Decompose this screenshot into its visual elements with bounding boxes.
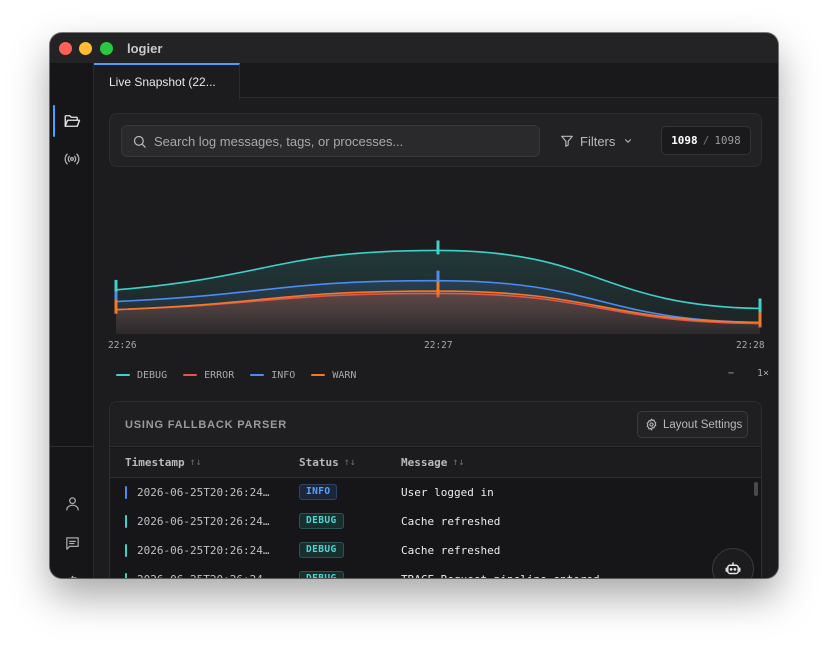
minimize-window-button[interactable] xyxy=(79,42,92,55)
filters-button[interactable]: Filters xyxy=(560,125,640,157)
legend-label: INFO xyxy=(271,369,296,381)
tab-bar: Live Snapshot (22... xyxy=(94,63,778,99)
filter-icon xyxy=(561,135,573,147)
legend-swatch xyxy=(250,374,265,376)
count-separator: / xyxy=(702,134,710,147)
parser-label: USING FALLBACK PARSER xyxy=(125,419,288,431)
sidebar-item-files[interactable] xyxy=(50,103,94,139)
app-title: logier xyxy=(127,41,163,56)
table-row[interactable]: 2026-06-25T20:26:24… DEBUG TRACE Request p… xyxy=(110,565,761,578)
message-cell: Cache refreshed xyxy=(401,515,501,528)
column-header-message[interactable]: Message ↑↓ xyxy=(401,456,464,469)
folder-open-icon xyxy=(64,115,81,127)
timestamp-cell: 2026-06-25T20:26:24… xyxy=(137,573,269,578)
count-shown: 1098 xyxy=(671,134,698,147)
timestamp-cell: 2026-06-25T20:26:24… xyxy=(137,544,270,557)
main-area: Live Snapshot (22... Filters 10 xyxy=(94,63,778,578)
legend-item[interactable]: ERROR xyxy=(183,370,234,381)
data-point-debug[interactable] xyxy=(436,240,440,255)
legend-label: ERROR xyxy=(204,369,235,381)
sidebar xyxy=(50,63,94,578)
x-tick-label: 22:27 xyxy=(424,340,453,351)
level-indicator xyxy=(125,544,127,557)
chart-svg xyxy=(114,240,762,334)
sidebar-item-live[interactable] xyxy=(50,141,94,177)
gear-icon xyxy=(646,418,657,431)
result-count: 1098 / 1098 xyxy=(661,126,751,155)
sort-icon: ↑↓ xyxy=(343,457,356,468)
status-badge: INFO xyxy=(299,484,338,500)
x-tick-label: 22:28 xyxy=(736,340,765,351)
table-scrollbar[interactable] xyxy=(754,482,758,496)
legend-label: WARN xyxy=(332,369,357,381)
chart-legend: DEBUG ERROR INFO WARN xyxy=(116,368,372,382)
column-header-timestamp[interactable]: Timestamp ↑↓ xyxy=(125,456,202,469)
zoom-level: 1× xyxy=(757,368,770,379)
message-cell: User logged in xyxy=(401,486,494,499)
layout-settings-label: Layout Settings xyxy=(663,418,743,431)
user-icon xyxy=(65,496,79,511)
app-window: logier Live Snapshot (22... Search log m… xyxy=(50,33,778,578)
column-label: Message xyxy=(401,456,448,469)
log-volume-chart[interactable] xyxy=(109,218,763,358)
message-cell: TRACE Request pipeline entered xyxy=(401,573,600,578)
data-point-warn[interactable] xyxy=(758,312,762,327)
legend-item[interactable]: WARN xyxy=(311,370,356,381)
level-indicator xyxy=(125,486,127,499)
layout-settings-button[interactable]: Layout Settings xyxy=(637,411,748,438)
tab-live-snapshot[interactable]: Live Snapshot (22... xyxy=(94,63,240,99)
column-label: Status xyxy=(299,456,339,469)
log-table-body: 2026-06-25T20:26:24… INFO User logged in 20… xyxy=(110,478,761,578)
sidebar-divider xyxy=(50,446,94,447)
legend-swatch xyxy=(183,374,198,376)
zoom-out-button[interactable]: − xyxy=(728,368,734,379)
level-indicator xyxy=(125,573,127,578)
data-point-warn[interactable] xyxy=(436,281,440,296)
robot-icon xyxy=(725,562,741,575)
close-window-button[interactable] xyxy=(59,42,72,55)
count-total: 1098 xyxy=(714,134,741,147)
status-badge: DEBUG xyxy=(299,542,344,558)
table-row[interactable]: 2026-06-25T20:26:24… DEBUG Cache refreshed xyxy=(110,536,761,565)
sort-icon: ↑↓ xyxy=(189,457,202,468)
timestamp-cell: 2026-06-25T20:26:24… xyxy=(137,515,270,528)
search-box[interactable] xyxy=(121,125,540,157)
message-icon xyxy=(65,536,79,550)
zoom-window-button[interactable] xyxy=(100,42,113,55)
legend-swatch xyxy=(311,374,326,376)
sidebar-item-account[interactable] xyxy=(50,485,94,521)
column-header-status[interactable]: Status ↑↓ xyxy=(299,456,356,469)
log-panel: USING FALLBACK PARSER Layout Settings Ti… xyxy=(109,401,762,578)
sidebar-item-messages[interactable] xyxy=(50,525,94,561)
level-indicator xyxy=(125,515,127,528)
status-badge: DEBUG xyxy=(299,513,344,529)
legend-item[interactable]: DEBUG xyxy=(116,370,167,381)
data-point-debug[interactable] xyxy=(758,298,762,313)
legend-item[interactable]: INFO xyxy=(250,370,295,381)
table-header: Timestamp ↑↓ Status ↑↓ Message ↑↓ xyxy=(110,448,761,478)
status-badge: DEBUG xyxy=(299,571,344,578)
filters-label: Filters xyxy=(580,133,616,149)
broadcast-icon xyxy=(64,153,80,165)
log-panel-header: USING FALLBACK PARSER Layout Settings xyxy=(110,402,761,447)
table-row[interactable]: 2026-06-25T20:26:24… DEBUG Cache refreshed xyxy=(110,507,761,536)
sidebar-item-settings[interactable] xyxy=(50,565,94,578)
gear-icon xyxy=(68,575,77,578)
table-row[interactable]: 2026-06-25T20:26:24… INFO User logged in xyxy=(110,478,761,507)
legend-label: DEBUG xyxy=(137,369,168,381)
legend-swatch xyxy=(116,374,130,376)
search-panel: Filters 1098 / 1098 xyxy=(109,113,762,167)
search-input[interactable] xyxy=(154,126,534,156)
message-cell: Cache refreshed xyxy=(401,544,501,557)
search-icon xyxy=(133,135,146,148)
chevron-down-icon xyxy=(625,139,632,143)
x-tick-label: 22:26 xyxy=(108,340,137,351)
column-label: Timestamp xyxy=(125,456,185,469)
data-point-warn[interactable] xyxy=(114,299,118,314)
title-bar: logier xyxy=(50,33,778,63)
sort-icon: ↑↓ xyxy=(452,457,465,468)
timestamp-cell: 2026-06-25T20:26:24… xyxy=(137,486,270,499)
